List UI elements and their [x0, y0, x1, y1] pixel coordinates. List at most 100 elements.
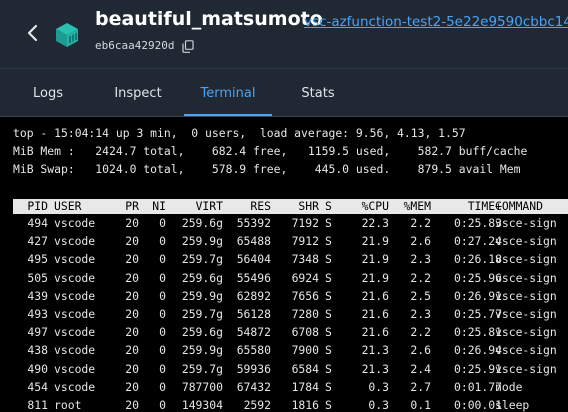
column-header-shr: SHR: [298, 199, 319, 213]
container-cube-icon: [56, 23, 78, 47]
cell-state: S: [325, 270, 332, 285]
cell-pr: 20: [125, 325, 139, 340]
cell-mem: 2.4: [410, 361, 431, 376]
column-header-pid: PID: [27, 199, 48, 213]
cell-pr: 20: [125, 270, 139, 285]
copy-icon[interactable]: [182, 40, 194, 53]
cell-shr: 7656: [291, 288, 319, 303]
cell-pr: 20: [125, 361, 139, 376]
cell-time: 0:25.91: [453, 361, 502, 376]
cell-user: vscode: [54, 288, 96, 303]
column-header-time: TIME+: [467, 199, 502, 213]
cell-mem: 2.7: [410, 379, 431, 394]
process-table-header: PID USER PR NI VIRT RES SHR S %CPU %MEM TIME+ COMMA…: [13, 199, 568, 214]
cell-cpu: 21.3: [361, 343, 389, 358]
cell-user: vscode: [54, 325, 96, 340]
image-link[interactable]: vsc-azfunction-test2-5e22e9590cbbc14b: [304, 14, 568, 30]
cell-virt: 259.7g: [181, 361, 223, 376]
column-header-virt: VIRT: [195, 199, 223, 213]
swap-summary-line: MiB Swap: 1024.0 total, 578.9 free, 445.…: [13, 162, 521, 176]
cell-state: S: [325, 361, 332, 376]
cell-shr: 7280: [291, 307, 319, 321]
cell-res: 59936: [236, 361, 271, 376]
tab-stats[interactable]: Stats: [290, 69, 346, 116]
cell-ni: 0: [159, 343, 166, 358]
cell-pid: 454: [27, 379, 48, 394]
cell-ni: 0: [159, 398, 166, 412]
cell-command: vsce-sign: [495, 325, 557, 340]
cell-command: vsce-sign: [495, 270, 557, 285]
cell-virt: 259.6g: [181, 325, 223, 340]
cell-res: 54872: [236, 325, 271, 340]
cell-pr: 20: [125, 252, 139, 267]
cell-cpu: 21.9: [361, 252, 389, 267]
cell-shr: 1784: [291, 379, 319, 394]
cell-state: S: [325, 325, 332, 340]
cell-cpu: 21.9: [361, 234, 389, 249]
cell-cpu: 21.6: [361, 307, 389, 321]
column-header-state: S: [325, 199, 332, 213]
cell-ni: 0: [159, 234, 166, 249]
cell-ni: 0: [159, 325, 166, 340]
cell-res: 56404: [236, 252, 271, 267]
column-header-pr: PR: [125, 199, 139, 213]
cell-res: 55392: [236, 216, 271, 230]
cell-command: vsce-sign: [495, 234, 557, 249]
column-header-res: RES: [250, 199, 271, 213]
cell-command: vsce-sign: [495, 307, 557, 321]
cell-pr: 20: [125, 343, 139, 358]
cell-res: 65488: [236, 234, 271, 249]
cell-command: vsce-sign: [495, 288, 557, 303]
cell-state: S: [325, 398, 332, 412]
cell-command: vsce-sign: [495, 216, 557, 230]
cell-virt: 259.7g: [181, 307, 223, 321]
cell-time: 0:25.96: [453, 270, 502, 285]
cell-virt: 149304: [181, 398, 223, 412]
cell-ni: 0: [159, 288, 166, 303]
chevron-left-icon[interactable]: [24, 22, 42, 44]
cell-user: vscode: [54, 234, 96, 249]
terminal-output[interactable]: top - 15:04:14 up 3 min, 0 users, load a…: [0, 117, 568, 412]
cell-res: 56128: [236, 307, 271, 321]
cell-shr: 7348: [291, 252, 319, 267]
cell-pid: 497: [27, 325, 48, 340]
cell-pr: 20: [125, 307, 139, 321]
cell-user: vscode: [54, 307, 96, 321]
cell-time: 0:26.94: [453, 343, 502, 358]
cell-ni: 0: [159, 270, 166, 285]
tab-inspect[interactable]: Inspect: [104, 69, 172, 116]
cell-user: vscode: [54, 343, 96, 358]
cell-time: 0:26.18: [453, 252, 502, 267]
cell-pr: 20: [125, 234, 139, 249]
cell-virt: 259.7g: [181, 252, 223, 267]
cell-virt: 259.9g: [181, 343, 223, 358]
cell-pid: 438: [27, 343, 48, 358]
cell-pid: 494: [27, 216, 48, 230]
cell-state: S: [325, 343, 332, 358]
cell-mem: 2.3: [410, 307, 431, 321]
cell-cpu: 21.3: [361, 361, 389, 376]
cell-res: 65580: [236, 343, 271, 358]
column-header-cpu: %CPU: [361, 199, 389, 213]
cell-pr: 20: [125, 398, 139, 412]
cell-time: 0:01.77: [453, 379, 502, 394]
cell-cpu: 0.3: [368, 398, 389, 412]
cell-cpu: 21.9: [361, 270, 389, 285]
tab-terminal[interactable]: Terminal: [184, 69, 272, 116]
cell-ni: 0: [159, 216, 166, 230]
cell-pr: 20: [125, 379, 139, 394]
cell-res: 55496: [236, 270, 271, 285]
cell-time: 0:27.24: [453, 234, 502, 249]
container-id: eb6caa42920d: [95, 39, 175, 52]
container-header: beautiful_matsumoto vsc-azfunction-test2…: [0, 0, 568, 68]
cell-user: root: [54, 398, 82, 412]
tab-logs[interactable]: Logs: [20, 69, 76, 116]
cell-state: S: [325, 234, 332, 249]
top-summary-line: top - 15:04:14 up 3 min, 0 users, load a…: [13, 126, 466, 140]
cell-mem: 2.3: [410, 252, 431, 267]
cell-cpu: 21.6: [361, 288, 389, 303]
cell-mem: 2.2: [410, 325, 431, 340]
cell-shr: 6584: [291, 361, 319, 376]
cell-mem: 2.2: [410, 270, 431, 285]
cell-pid: 493: [27, 307, 48, 321]
